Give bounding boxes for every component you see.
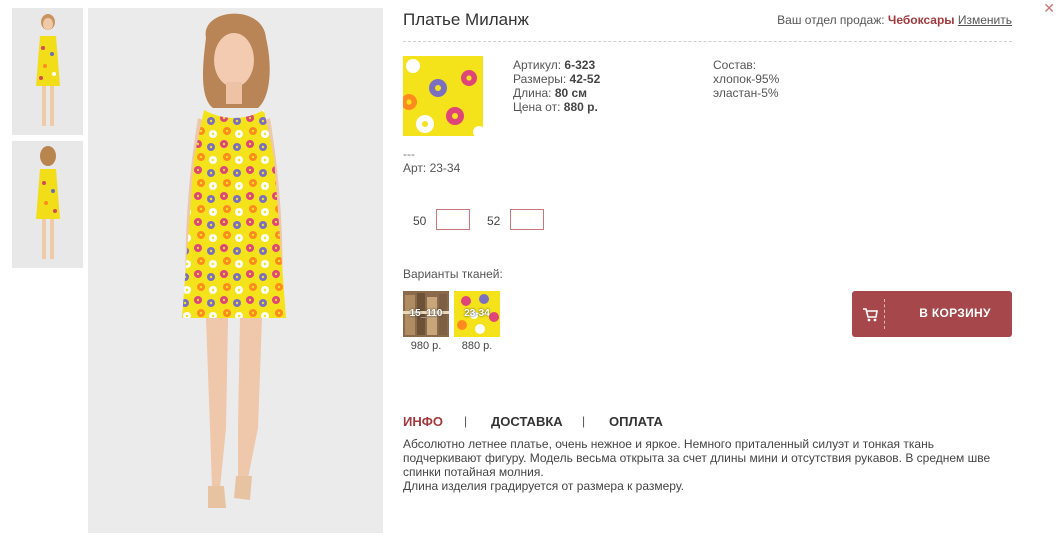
department-label: Ваш отдел продаж: — [777, 13, 885, 27]
tab-payment[interactable]: ОПЛАТА — [609, 414, 663, 429]
spec-sizes: Размеры: 42-52 — [513, 72, 601, 86]
fabric-variant-23-34[interactable]: 23-34 — [454, 291, 500, 337]
thumbnail-front[interactable] — [12, 8, 83, 135]
header-divider — [403, 41, 1012, 42]
fabric-article: Арт: 23-34 — [403, 161, 461, 175]
composition-line: эластан-5% — [713, 86, 779, 100]
fabric-variant-code: 15_110 — [409, 308, 443, 319]
thumbnail-back-image — [12, 141, 83, 268]
fabric-variants-label: Варианты тканей: — [403, 267, 503, 281]
add-to-cart-label: В КОРЗИНУ — [919, 306, 991, 320]
tab-separator: | — [582, 414, 586, 428]
spec-article: Артикул: 6-323 — [513, 58, 596, 72]
fabric-variant-15-110[interactable]: 15_110 — [403, 291, 449, 337]
tab-delivery[interactable]: ДОСТАВКА — [491, 414, 563, 429]
spec-length: Длина: 80 см — [513, 86, 588, 100]
thumbnail-back[interactable] — [12, 141, 83, 268]
change-department-link[interactable]: Изменить — [958, 13, 1012, 27]
product-title: Платье Миланж — [403, 10, 529, 29]
description-paragraph: Абсолютно летнее платье, очень нежное и … — [403, 437, 991, 479]
composition: Состав: хлопок-95% эластан-5% — [713, 58, 779, 100]
spec-price: Цена от: 880 р. — [513, 100, 598, 114]
size-label-50: 50 — [413, 214, 427, 228]
model-in-dress-image — [88, 8, 383, 533]
cart-button-divider — [884, 299, 885, 329]
cart-icon — [863, 308, 878, 322]
description-paragraph: Длина изделия градируется от размера к р… — [403, 479, 684, 493]
quantity-input-50[interactable] — [436, 209, 470, 230]
product-specs: Артикул: 6-323 Размеры: 42-52 Длина: 80 … — [513, 58, 600, 114]
tab-info[interactable]: ИНФО — [403, 414, 443, 429]
sales-department: Ваш отдел продаж: Чебоксары Изменить — [777, 13, 1012, 27]
fabric-swatch-image — [403, 56, 483, 136]
fabric-swatch — [403, 56, 483, 136]
tab-separator: | — [464, 414, 468, 428]
fabric-variant-price: 880 р. — [461, 340, 493, 352]
add-to-cart-button[interactable]: В КОРЗИНУ — [852, 291, 1012, 337]
size-label-52: 52 — [487, 214, 501, 228]
quantity-input-52[interactable] — [510, 209, 544, 230]
fabric-dashes: --- — [403, 147, 415, 161]
composition-label: Состав: — [713, 58, 757, 72]
fabric-variant-code: 23-34 — [464, 308, 490, 319]
product-description: Абсолютно летнее платье, очень нежное и … — [403, 437, 1003, 493]
composition-line: хлопок-95% — [713, 72, 780, 86]
main-product-photo — [88, 8, 383, 533]
close-icon[interactable]: ✕ — [1043, 0, 1055, 17]
fabric-variant-price: 980 р. — [410, 340, 442, 352]
thumbnail-front-image — [12, 8, 83, 135]
department-city: Чебоксары — [887, 13, 955, 27]
